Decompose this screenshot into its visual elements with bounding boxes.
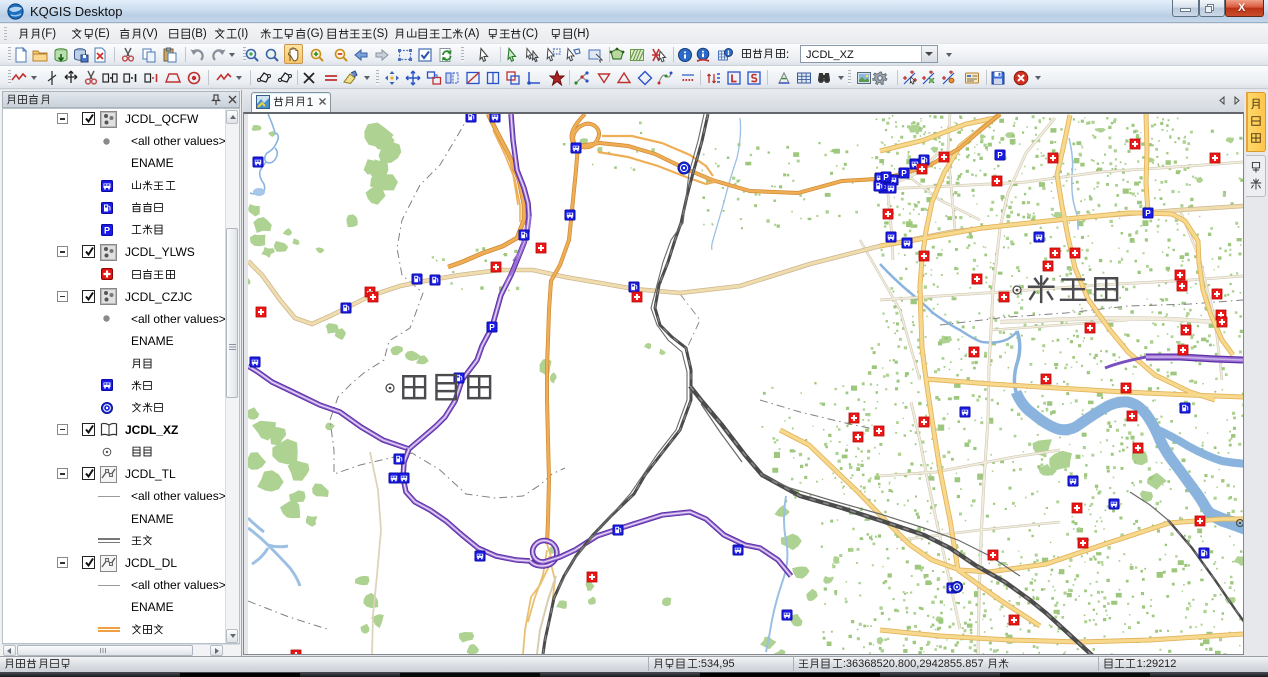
svg-text:P: P: [489, 323, 495, 332]
svg-text:P: P: [997, 151, 1003, 160]
svg-text:P: P: [104, 226, 110, 236]
svg-text:P: P: [1145, 209, 1151, 218]
svg-text:P: P: [901, 169, 907, 178]
svg-text:P: P: [883, 173, 889, 182]
